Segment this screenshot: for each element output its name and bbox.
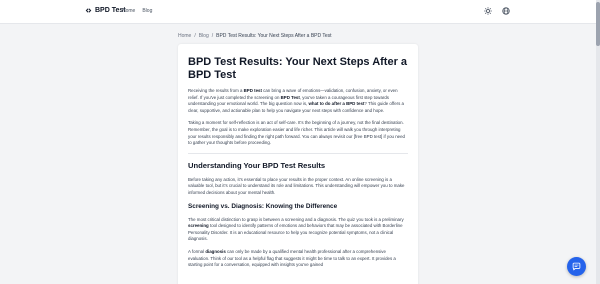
breadcrumb-blog[interactable]: Blog [199,33,209,39]
subsection-paragraph-1: The most critical distinction to grasp i… [188,216,404,242]
top-navbar: BPD Test Home Blog [0,0,600,24]
section-divider [188,152,408,154]
page-scrollbar[interactable] [596,0,600,284]
brand[interactable]: BPD Test [85,7,126,14]
nav-link-home[interactable]: Home [122,8,135,14]
theme-toggle-button[interactable] [483,6,492,15]
section-paragraph: Before taking any action, it's essential… [188,176,405,195]
globe-icon [501,6,510,15]
breadcrumb: Home / Blog / BPD Test Results: Your Nex… [178,33,332,39]
breadcrumb-home[interactable]: Home [178,33,191,39]
breadcrumb-current: BPD Test Results: Your Next Steps After … [216,33,332,39]
section-heading: Understanding Your BPD Test Results [188,160,326,170]
main-nav: Home Blog [122,8,152,14]
article-card: BPD Test Results: Your Next Steps After … [178,44,418,284]
language-button[interactable] [501,6,510,15]
chat-button[interactable] [567,257,586,276]
article-title: BPD Test Results: Your Next Steps After … [188,56,408,81]
subsection-heading: Screening vs. Diagnosis: Knowing the Dif… [188,202,338,210]
nav-link-blog[interactable]: Blog [142,8,152,14]
chat-icon [572,262,581,271]
scrollbar-thumb[interactable] [596,2,600,46]
sun-icon [483,6,492,15]
intro-paragraph-1: Receiving the results from a BPD test ca… [188,88,404,113]
intro-paragraph-2: Taking a moment for self-reflection is a… [188,120,405,146]
subsection-paragraph-2: A formal diagnosis can only be made by a… [188,248,396,268]
breadcrumb-separator: / [194,33,196,39]
logo-icon [85,8,92,13]
breadcrumb-separator: / [211,33,214,39]
